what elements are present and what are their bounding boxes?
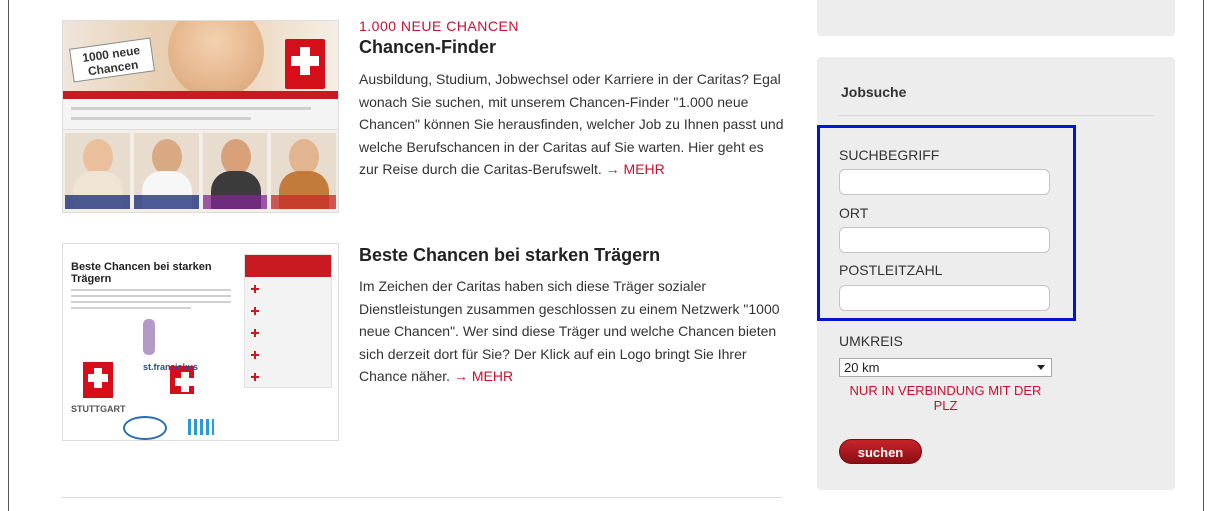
article-body-traeger: Im Zeichen der Caritas haben sich diese …	[359, 275, 784, 388]
article-kicker: 1.000 NEUE CHANCEN	[359, 18, 519, 34]
stuttgart-logo: STUTTGART	[71, 404, 126, 414]
article-title-chancen-finder[interactable]: Chancen-Finder	[359, 37, 496, 58]
page-border-left	[8, 0, 9, 511]
suchbegriff-label: SUCHBEGRIFF	[839, 147, 940, 163]
umkreis-label: UMKREIS	[839, 333, 903, 349]
person-photo	[65, 133, 130, 209]
umkreis-value: 20 km	[844, 360, 880, 375]
plz-label: POSTLEITZAHL	[839, 262, 943, 278]
figure-logo	[143, 319, 155, 355]
traeger-thumbnail[interactable]: Beste Chancen bei starken Trägern STUTTG…	[62, 243, 339, 441]
umkreis-select[interactable]: 20 km	[839, 358, 1052, 377]
people-strip	[65, 133, 336, 209]
more-link-traeger[interactable]: → MEHR	[454, 368, 513, 384]
divider	[838, 115, 1154, 116]
ort-label: ORT	[839, 205, 869, 221]
caritas-logo-icon	[285, 39, 325, 89]
thumb-sidebar	[244, 254, 332, 388]
thumb-heading: Beste Chancen bei starken Trägern	[71, 261, 212, 285]
chevron-down-icon	[1037, 365, 1045, 370]
article-body-chancen-finder: Ausbildung, Studium, Jobwechsel oder Kar…	[359, 68, 784, 181]
divider	[62, 497, 782, 498]
plz-input[interactable]	[839, 285, 1050, 311]
person-photo	[133, 133, 199, 209]
globe-logo	[123, 416, 167, 440]
chancen-finder-thumbnail[interactable]: 1000 neue Chancen	[62, 20, 339, 213]
sidebar-box-top	[817, 0, 1175, 36]
jobsuche-title: Jobsuche	[841, 84, 907, 100]
article-text: Im Zeichen der Caritas haben sich diese …	[359, 278, 780, 384]
ort-input[interactable]	[839, 227, 1050, 253]
people-logo	[188, 419, 214, 435]
more-link-chancen-finder[interactable]: → MEHR	[606, 161, 665, 177]
suchbegriff-input[interactable]	[839, 169, 1050, 195]
franziskus-logo: st.franziskus	[143, 362, 199, 372]
search-button[interactable]: suchen	[839, 439, 922, 464]
person-photo	[271, 133, 336, 209]
person-photo	[202, 133, 268, 209]
caritas-logo-icon	[83, 362, 113, 398]
article-title-traeger[interactable]: Beste Chancen bei starken Trägern	[359, 245, 660, 266]
plz-hint: NUR IN VERBINDUNG MIT DER PLZ	[849, 383, 1042, 413]
scrollbar[interactable]	[1203, 0, 1215, 511]
article-text: Ausbildung, Studium, Jobwechsel oder Kar…	[359, 71, 784, 177]
